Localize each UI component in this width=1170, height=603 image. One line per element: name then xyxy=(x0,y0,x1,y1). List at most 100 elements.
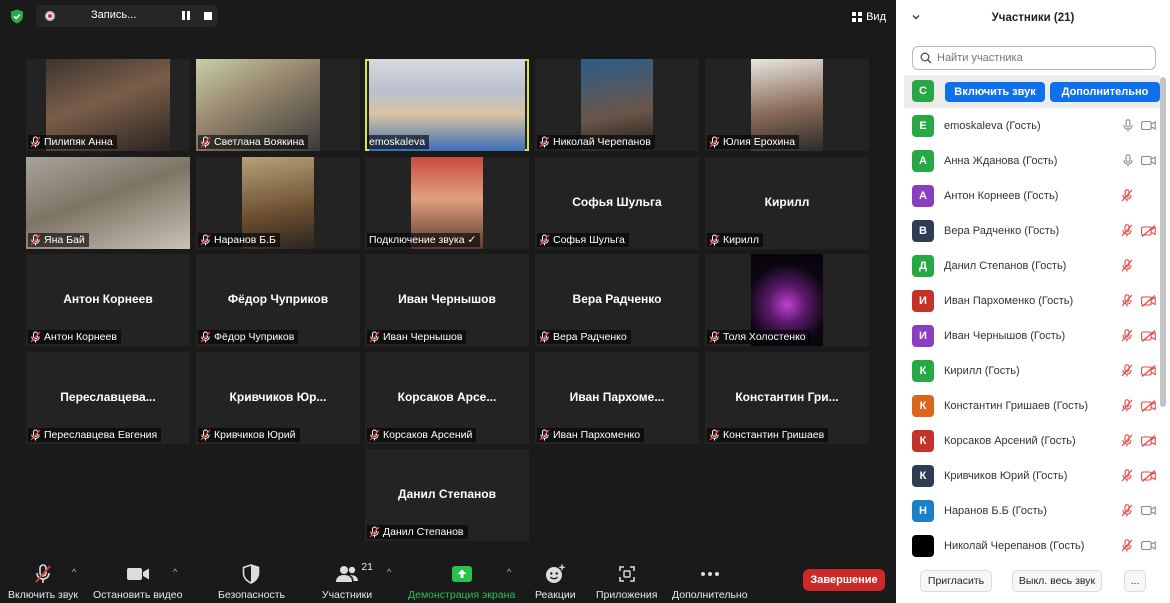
participant-name: Вера Радченко (Гость) xyxy=(944,225,1060,237)
encryption-shield-icon[interactable] xyxy=(10,9,24,24)
video-options-chevron-icon[interactable]: ^ xyxy=(173,567,177,577)
participants-label: Участники xyxy=(321,589,373,601)
share-screen-button[interactable]: Демонстрация экрана xyxy=(408,563,515,601)
participant-status-icons xyxy=(1121,294,1156,307)
video-off-icon xyxy=(1141,434,1156,447)
participant-row[interactable]: И Иван Пархоменко (Гость) xyxy=(904,285,1160,318)
participants-button[interactable]: 21 Участники xyxy=(321,561,373,601)
video-tile[interactable]: Кривчиков Юр... Кривчиков Юрий xyxy=(196,352,360,444)
avatar: И xyxy=(912,325,934,347)
video-tile[interactable]: Данил Степанов Данил Степанов xyxy=(365,449,529,541)
tile-name-caption: Иван Чернышов xyxy=(367,330,467,344)
video-tile[interactable]: Переславцева... Переславцева Евгения xyxy=(26,352,190,444)
video-tile[interactable]: Иван Пархоме... Иван Пархоменко xyxy=(535,352,699,444)
video-tile[interactable]: emoskaleva xyxy=(365,59,529,151)
participant-name: Иван Чернышов (Гость) xyxy=(944,330,1066,342)
video-tile[interactable]: Антон Корнеев Антон Корнеев xyxy=(26,254,190,346)
mic-muted-icon xyxy=(1121,259,1133,272)
video-tile[interactable]: Константин Гри... Константин Гришаев xyxy=(705,352,869,444)
participant-row[interactable]: К Константин Гришаев (Гость) xyxy=(904,390,1160,423)
scrollbar-thumb[interactable] xyxy=(1160,77,1166,407)
video-tile[interactable]: Юлия Ерохина xyxy=(705,59,869,151)
video-tile[interactable]: Пилипяк Анна xyxy=(26,59,190,151)
video-tile[interactable]: Яна Бай xyxy=(26,157,190,249)
video-tile[interactable]: Толя Холостенко xyxy=(705,254,869,346)
video-camera-icon xyxy=(1141,120,1156,131)
participant-row[interactable]: В Вера Радченко (Гость) xyxy=(904,215,1160,248)
share-options-chevron-icon[interactable]: ^ xyxy=(507,567,511,577)
participant-row[interactable]: К Кривчиков Юрий (Гость) xyxy=(904,460,1160,493)
participants-scrollbar[interactable] xyxy=(1160,75,1166,561)
recording-indicator: Запись... xyxy=(36,5,218,27)
security-button[interactable]: Безопасность xyxy=(218,563,285,601)
participant-row[interactable]: Eemoskaleva (Гость) xyxy=(904,110,1160,143)
tile-participant-name: Фёдор Чуприков xyxy=(214,331,295,343)
avatar: К xyxy=(912,360,934,382)
mic-muted-icon xyxy=(709,429,720,441)
mic-muted-icon xyxy=(200,429,211,441)
participants-options-chevron-icon[interactable]: ^ xyxy=(387,567,391,577)
more-options-button[interactable]: ... xyxy=(1124,570,1146,592)
mic-muted-icon xyxy=(539,234,550,246)
participant-search-input[interactable] xyxy=(937,50,1147,66)
video-off-icon xyxy=(1141,329,1156,342)
participant-row[interactable]: И Иван Чернышов (Гость) xyxy=(904,320,1160,353)
participant-name: Данил Степанов (Гость) xyxy=(944,260,1067,272)
tile-participant-name: Переславцева Евгения xyxy=(44,429,158,441)
tile-participant-name: Иван Пархоменко xyxy=(553,429,641,441)
mute-all-button[interactable]: Выкл. весь звук xyxy=(1012,570,1102,592)
participant-row[interactable]: Д Данил Степанов (Гость) xyxy=(904,250,1160,283)
video-tile[interactable]: Подключение звука ✓ xyxy=(365,157,529,249)
participant-name: Кирилл (Гость) xyxy=(944,365,1020,377)
reactions-button[interactable]: Реакции xyxy=(535,563,576,601)
video-camera-icon xyxy=(1141,155,1156,166)
video-tile[interactable]: Светлана Воякина xyxy=(196,59,360,151)
audio-options-chevron-icon[interactable]: ^ xyxy=(72,567,76,577)
security-label: Безопасность xyxy=(218,589,285,601)
participant-row[interactable]: Н Наранов Б.Б (Гость) xyxy=(904,495,1160,528)
video-tile[interactable]: Наранов Б.Б xyxy=(196,157,360,249)
participant-status-icons xyxy=(1121,504,1156,517)
invite-button[interactable]: Пригласить xyxy=(920,570,992,592)
video-tile[interactable]: Фёдор Чуприков Фёдор Чуприков xyxy=(196,254,360,346)
participant-name: Кривчиков Юрий (Гость) xyxy=(944,470,1068,482)
participant-name: Николай Черепанов (Гость) xyxy=(944,540,1085,552)
tile-participant-name: Юлия Ерохина xyxy=(723,136,796,148)
pause-recording-icon[interactable] xyxy=(181,11,191,21)
end-meeting-button[interactable]: Завершение xyxy=(803,569,885,591)
avatar: E xyxy=(912,115,934,137)
participant-search-box[interactable] xyxy=(912,46,1156,70)
stop-recording-icon[interactable] xyxy=(204,12,212,20)
video-tile[interactable]: Иван Чернышов Иван Чернышов xyxy=(365,254,529,346)
video-off-icon xyxy=(1141,364,1156,377)
tile-participant-name: Корсаков Арсений xyxy=(383,429,473,441)
ask-to-unmute-button[interactable]: Включить звук xyxy=(945,82,1045,102)
tile-name-caption: Переславцева Евгения xyxy=(28,428,162,442)
participant-row[interactable]: С Включить звук Дополнительно xyxy=(904,75,1160,108)
video-tile[interactable]: Николай Черепанов xyxy=(535,59,699,151)
tile-participant-name: emoskaleva xyxy=(369,136,426,148)
apps-label: Приложения xyxy=(596,589,658,601)
avatar: В xyxy=(912,220,934,242)
stop-video-button[interactable]: Остановить видео xyxy=(93,563,182,601)
mic-muted-icon xyxy=(200,331,211,343)
apps-button[interactable]: Приложения xyxy=(596,563,657,601)
video-off-icon xyxy=(1141,469,1156,482)
video-tile[interactable]: Софья Шульга Софья Шульга xyxy=(535,157,699,249)
participant-row[interactable]: К Корсаков Арсений (Гость) xyxy=(904,425,1160,458)
more-button[interactable]: Дополнительно xyxy=(672,563,748,601)
participant-row[interactable]: К Кирилл (Гость) xyxy=(904,355,1160,388)
unmute-button[interactable]: Включить звук xyxy=(8,563,78,601)
recording-label: Запись... xyxy=(91,9,137,21)
participant-more-button[interactable]: Дополнительно xyxy=(1050,82,1160,102)
participant-status-icons xyxy=(1123,119,1156,132)
view-button[interactable]: Вид xyxy=(852,9,886,25)
video-tile[interactable]: Вера Радченко Вера Радченко xyxy=(535,254,699,346)
video-tile[interactable]: Корсаков Арсе... Корсаков Арсений xyxy=(365,352,529,444)
participant-row[interactable]: А Антон Корнеев (Гость) xyxy=(904,180,1160,213)
mic-muted-icon xyxy=(30,234,41,246)
participant-row[interactable]: А Анна Жданова (Гость) xyxy=(904,145,1160,178)
video-tile[interactable]: Кирилл Кирилл xyxy=(705,157,869,249)
share-screen-label: Демонстрация экрана xyxy=(408,589,516,601)
participant-row[interactable]: Николай Черепанов (Гость) xyxy=(904,530,1160,561)
